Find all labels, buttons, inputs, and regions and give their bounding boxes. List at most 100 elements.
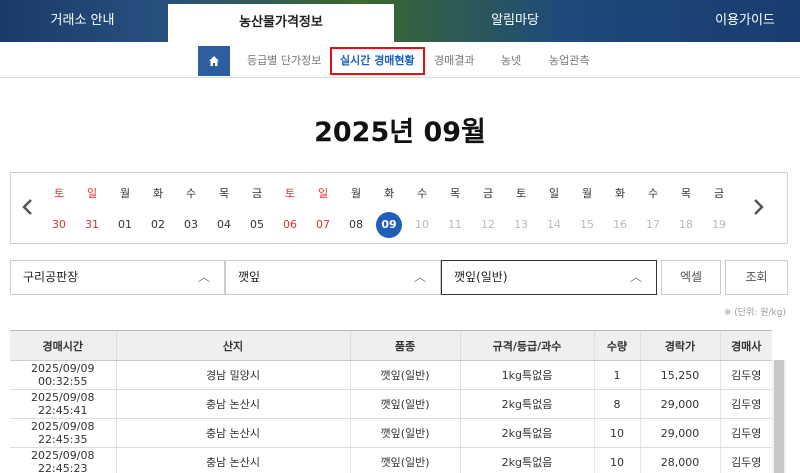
calendar-weekday: 토	[53, 187, 65, 200]
search-button[interactable]: 조회	[725, 260, 788, 295]
table-row[interactable]: 2025/09/08 22:45:41 충남 논산시 깻잎(일반) 2kg특없음 8 29…	[10, 389, 772, 419]
cell-auction-time: 2025/09/09 00:32:55	[10, 360, 116, 390]
item-select[interactable]: 깻잎 ︿	[225, 260, 441, 295]
subnav-realtime-auction[interactable]: 실시간 경매현황	[330, 47, 425, 75]
calendar-date[interactable]: 15	[571, 218, 603, 231]
tab-exchange-info[interactable]: 거래소 안내	[0, 0, 165, 42]
calendar-date[interactable]: 30	[43, 218, 75, 231]
col-auction-time: 경매시간	[10, 330, 116, 361]
home-button[interactable]	[198, 46, 230, 76]
cell-variety: 깻잎(일반)	[349, 418, 460, 448]
calendar-weekday: 토	[284, 187, 296, 200]
top-navigation: 거래소 안내 농산물가격정보 알림마당 이용가이드	[0, 0, 800, 42]
cell-variety: 깻잎(일반)	[349, 389, 460, 419]
cell-quantity: 10	[593, 447, 640, 473]
cell-price: 15,250	[639, 360, 720, 390]
auction-table: 경매시간 산지 품종 규격/등급/과수 수량 경락가 경매사 2025/09/0…	[10, 330, 772, 473]
tab-price-info[interactable]: 농산물가격정보	[168, 4, 394, 42]
calendar-date[interactable]: 03	[175, 218, 207, 231]
table-scrollbar[interactable]	[772, 360, 786, 473]
table-row[interactable]: 2025/09/08 22:45:35 충남 논산시 깻잎(일반) 2kg특없음 10 2…	[10, 418, 772, 448]
col-spec: 규격/등급/과수	[459, 330, 594, 361]
col-quantity: 수량	[593, 330, 640, 361]
chevron-left-icon	[22, 199, 32, 215]
calendar-weekday: 일	[317, 187, 329, 200]
col-price: 경락가	[639, 330, 720, 361]
cell-auction-time: 2025/09/08 22:45:35	[10, 418, 116, 448]
scrollbar-thumb[interactable]	[774, 360, 784, 473]
cell-auction-time: 2025/09/08 22:45:23	[10, 447, 116, 473]
calendar-weekday: 수	[647, 187, 659, 200]
cell-auctioneer: 김두영	[719, 447, 772, 473]
calendar-weekday: 금	[713, 187, 725, 200]
calendar-weekday: 금	[251, 187, 263, 200]
cell-spec: 2kg특없음	[459, 418, 594, 448]
cell-quantity: 1	[593, 360, 640, 390]
excel-button[interactable]: 엑셀	[661, 260, 721, 295]
table-header-row: 경매시간 산지 품종 규격/등급/과수 수량 경락가 경매사	[10, 330, 772, 361]
cell-spec: 2kg특없음	[459, 447, 594, 473]
subnav-agri-observation[interactable]: 농업관측	[549, 52, 589, 68]
next-week-button[interactable]	[749, 197, 769, 222]
item-select-value: 깻잎	[238, 270, 261, 284]
calendar-weekday: 금	[482, 187, 494, 200]
calendar-date[interactable]: 17	[637, 218, 669, 231]
subnav-grade-price[interactable]: 등급별 단가정보	[247, 52, 321, 68]
variety-select-value: 깻잎(일반)	[454, 270, 508, 284]
calendar-date[interactable]: 16	[604, 218, 636, 231]
calendar-weekday: 수	[416, 187, 428, 200]
calendar-weekday: 목	[680, 187, 692, 200]
prev-week-button[interactable]	[17, 197, 37, 222]
market-select-value: 구리공판장	[23, 270, 79, 284]
variety-select[interactable]: 깻잎(일반) ︿	[441, 260, 657, 295]
calendar-date[interactable]: 12	[472, 218, 504, 231]
calendar-date[interactable]: 01	[109, 218, 141, 231]
calendar-weekday: 토	[515, 187, 527, 200]
chevron-right-icon	[754, 199, 764, 215]
calendar-weekday: 목	[449, 187, 461, 200]
selected-date-badge: 09	[376, 212, 402, 238]
cell-price: 28,000	[639, 447, 720, 473]
calendar-date-selected[interactable]: 09	[373, 212, 405, 238]
calendar-date[interactable]: 06	[274, 218, 306, 231]
tab-guide[interactable]: 이용가이드	[660, 0, 800, 42]
calendar-date[interactable]: 11	[439, 218, 471, 231]
col-origin: 산지	[115, 330, 350, 361]
chevron-up-icon: ︿	[197, 270, 210, 284]
table-row[interactable]: 2025/09/09 00:32:55 경남 밀양시 깻잎(일반) 1kg특없음 1 15…	[10, 360, 772, 390]
calendar-date[interactable]: 31	[76, 218, 108, 231]
cell-auctioneer: 김두영	[719, 360, 772, 390]
calendar-date[interactable]: 18	[670, 218, 702, 231]
calendar-weekday: 화	[383, 187, 395, 200]
calendar-weekday: 화	[614, 187, 626, 200]
calendar-date[interactable]: 07	[307, 218, 339, 231]
cell-origin: 충남 논산시	[115, 447, 350, 473]
calendar-date[interactable]: 05	[241, 218, 273, 231]
cell-origin: 충남 논산시	[115, 418, 350, 448]
table-row[interactable]: 2025/09/08 22:45:23 충남 논산시 깻잎(일반) 2kg특없음 10 2…	[10, 447, 772, 473]
market-select[interactable]: 구리공판장 ︿	[10, 260, 225, 295]
calendar-date[interactable]: 14	[538, 218, 570, 231]
subnav-auction-result[interactable]: 경매결과	[434, 52, 474, 68]
calendar-date[interactable]: 13	[505, 218, 537, 231]
cell-price: 29,000	[639, 418, 720, 448]
calendar-date[interactable]: 02	[142, 218, 174, 231]
tab-notice[interactable]: 알림마당	[400, 0, 630, 42]
page-title: 2025년 09월	[314, 117, 486, 148]
cell-auctioneer: 김두영	[719, 389, 772, 419]
cell-price: 29,000	[639, 389, 720, 419]
subnav-nongnet[interactable]: 농넷	[501, 52, 521, 68]
calendar-date[interactable]: 08	[340, 218, 372, 231]
calendar-weekday: 화	[152, 187, 164, 200]
calendar-date[interactable]: 04	[208, 218, 240, 231]
cell-origin: 경남 밀양시	[115, 360, 350, 390]
col-variety: 품종	[349, 330, 460, 361]
cell-quantity: 10	[593, 418, 640, 448]
calendar-weekday: 일	[548, 187, 560, 200]
cell-spec: 2kg특없음	[459, 389, 594, 419]
calendar-weekday: 월	[581, 187, 593, 200]
calendar-date[interactable]: 19	[703, 218, 735, 231]
col-auctioneer: 경매사	[719, 330, 772, 361]
calendar-date[interactable]: 10	[406, 218, 438, 231]
chevron-up-icon: ︿	[629, 270, 642, 284]
